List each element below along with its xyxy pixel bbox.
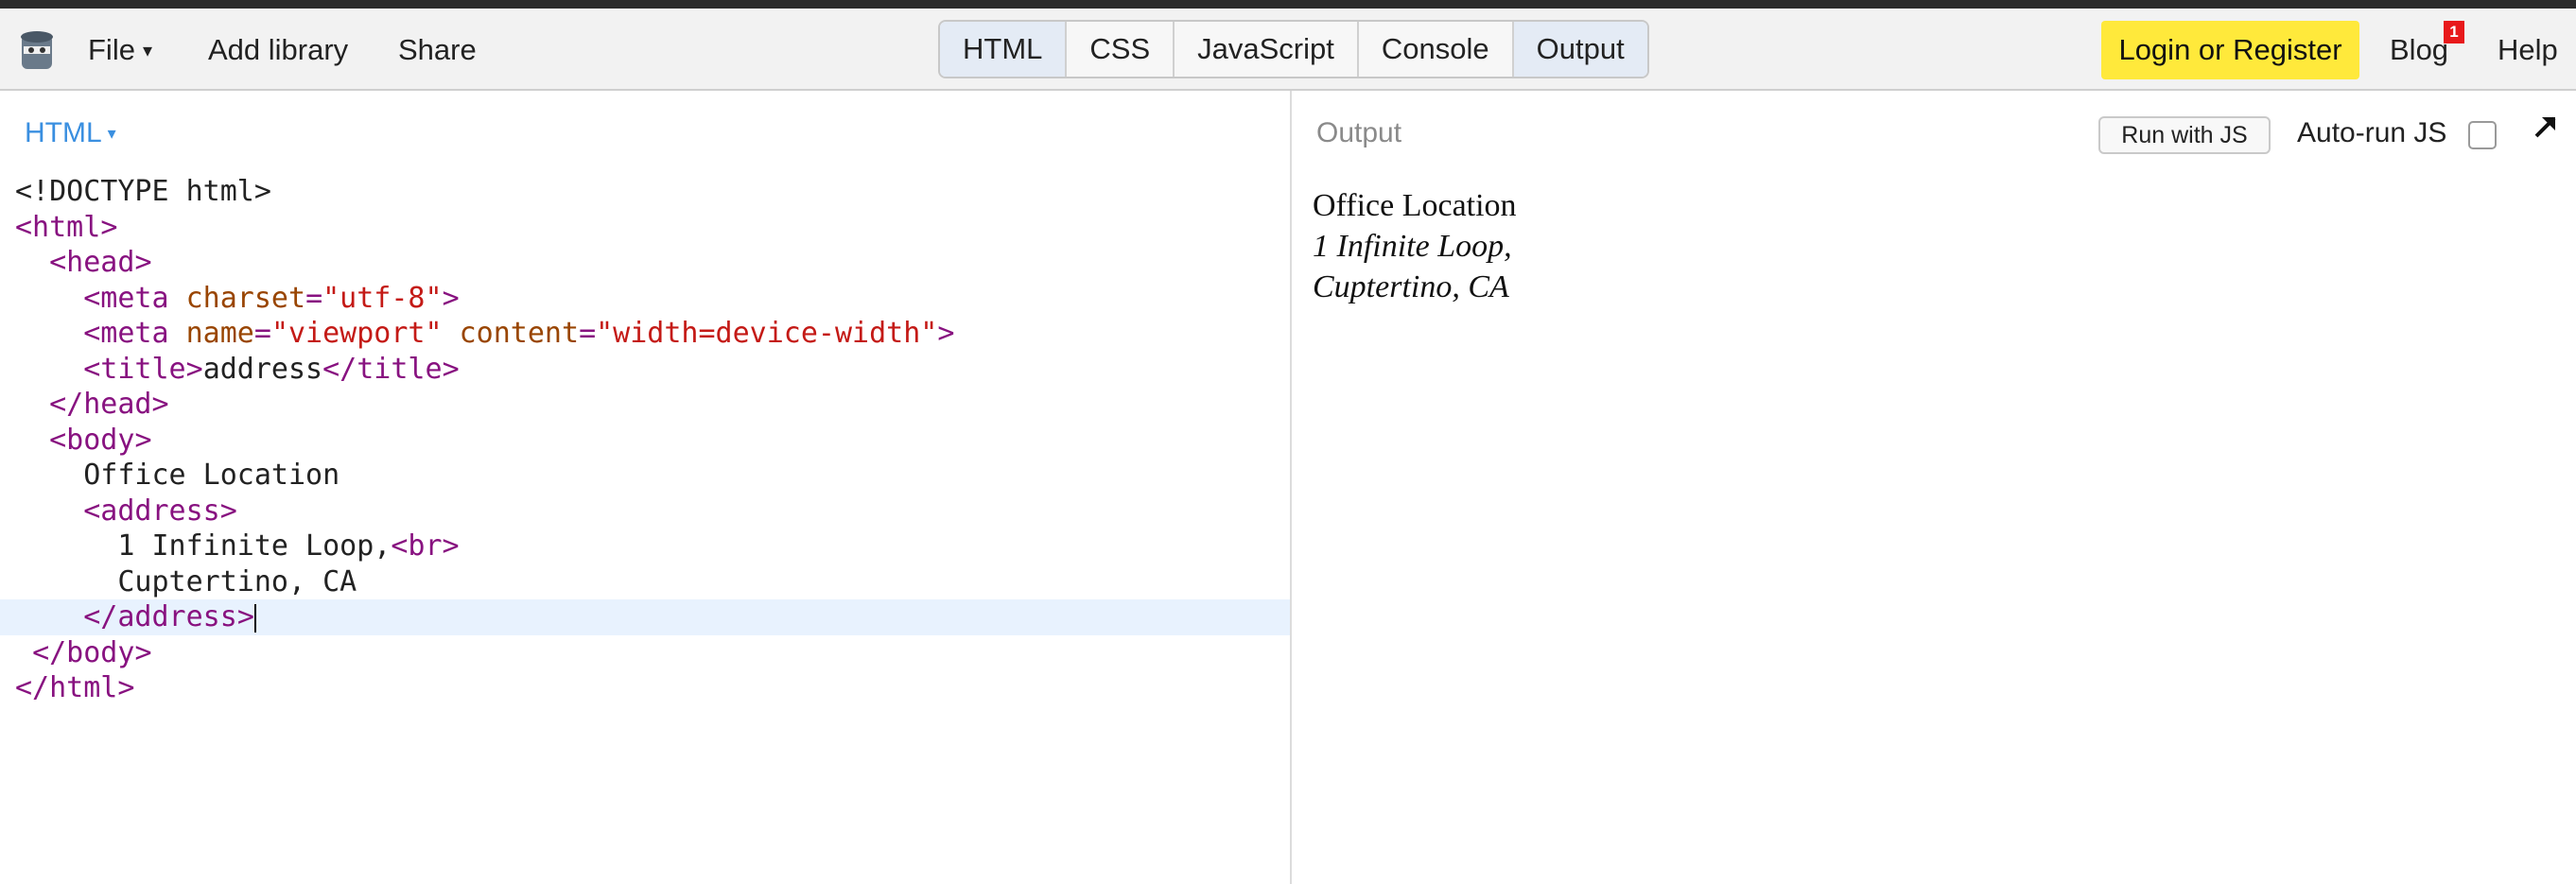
code-line[interactable]: <meta charset="utf-8"> [0, 281, 1290, 317]
share-menu[interactable]: Share [398, 9, 477, 91]
run-with-js-button[interactable]: Run with JS [2098, 116, 2271, 154]
tab-css[interactable]: CSS [1067, 22, 1175, 77]
code-line[interactable]: <meta name="viewport" content="width=dev… [0, 316, 1290, 352]
code-line-active[interactable]: </address> [0, 599, 1290, 635]
add-library-menu[interactable]: Add library [208, 9, 348, 91]
tab-html[interactable]: HTML [940, 22, 1068, 77]
tab-javascript[interactable]: JavaScript [1175, 22, 1359, 77]
code-line[interactable]: 1 Infinite Loop,<br> [0, 529, 1290, 564]
autorun-checkbox[interactable] [2468, 121, 2497, 149]
code-line[interactable]: <html> [0, 210, 1290, 246]
open-in-new-window-icon[interactable] [2529, 110, 2563, 144]
code-editor[interactable]: <!DOCTYPE html> <html> <head> <meta chars… [0, 174, 1290, 706]
code-line[interactable]: <body> [0, 423, 1290, 459]
editor-language-dropdown[interactable]: HTML ▾ [25, 117, 116, 149]
chevron-down-icon: ▾ [142, 41, 152, 61]
chevron-down-icon: ▾ [107, 124, 116, 143]
html-editor-panel: HTML ▾ <!DOCTYPE html> <html> <head> <meta… [0, 91, 1292, 884]
address-line-2: Cuptertino, CA [1313, 269, 1509, 304]
code-line[interactable]: Office Location [0, 458, 1290, 494]
output-panel-label: Output [1316, 117, 1402, 148]
text-cursor [253, 603, 256, 633]
code-line[interactable]: </head> [0, 387, 1290, 423]
file-menu-label: File [88, 33, 135, 66]
blog-link[interactable]: Blog [2390, 9, 2448, 91]
editor-language-label: HTML [25, 117, 102, 148]
code-line[interactable]: <address> [0, 494, 1290, 529]
address-line-1: 1 Infinite Loop, [1313, 229, 1512, 264]
tab-output[interactable]: Output [1513, 22, 1647, 77]
rendered-address: 1 Infinite Loop, Cuptertino, CA [1313, 226, 1517, 307]
code-line[interactable]: Cuptertino, CA [0, 564, 1290, 600]
code-line[interactable]: </body> [0, 635, 1290, 671]
code-line[interactable]: <title>address</title> [0, 352, 1290, 388]
code-line[interactable]: <head> [0, 245, 1290, 281]
code-line[interactable]: <!DOCTYPE html> [0, 174, 1290, 210]
file-menu[interactable]: File ▾ [88, 9, 152, 91]
login-register-button[interactable]: Login or Register [2101, 21, 2359, 79]
tab-console[interactable]: Console [1359, 22, 1514, 77]
autorun-label: Auto-run JS [2297, 117, 2447, 148]
window-top-strip [0, 0, 2576, 9]
blog-notification-badge: 1 [2444, 21, 2464, 43]
code-line[interactable]: </html> [0, 670, 1290, 706]
output-panel: Output Run with JS Auto-run JS Office Lo… [1292, 91, 2576, 884]
rendered-output: Office Location 1 Infinite Loop, Cuptert… [1313, 185, 1517, 307]
jsbin-logo-icon[interactable] [19, 29, 55, 73]
toolbar: File ▾ Add library Share HTML CSS JavaScr… [0, 9, 2576, 91]
help-link[interactable]: Help [2498, 9, 2558, 91]
rendered-heading: Office Location [1313, 188, 1517, 223]
panel-tabs: HTML CSS JavaScript Console Output [938, 20, 1649, 78]
